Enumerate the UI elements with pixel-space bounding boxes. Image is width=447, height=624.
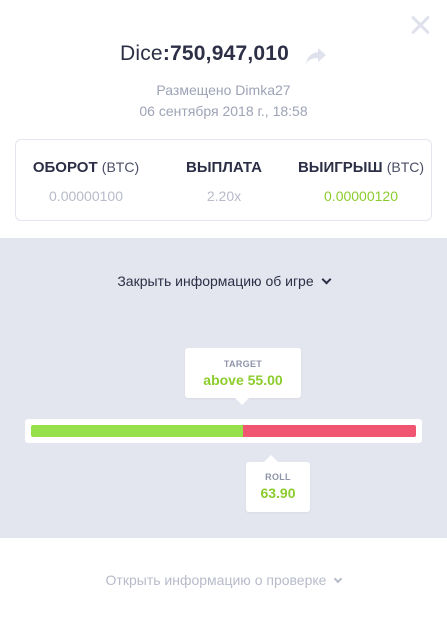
target-label: TARGET bbox=[223, 359, 263, 369]
roll-tooltip: ROLL 63.90 bbox=[246, 455, 310, 512]
stat-wager-value: 0.00000100 bbox=[49, 188, 123, 204]
close-game-info-label: Закрыть информацию об игре bbox=[117, 273, 314, 289]
bet-id: 750,947,010 bbox=[170, 42, 289, 65]
stat-profit-value: 0.00000120 bbox=[324, 188, 398, 204]
roll-value: 63.90 bbox=[260, 485, 296, 501]
stat-profit: ВЫИГРЫШ (BTC) 0.00000120 bbox=[291, 159, 431, 204]
bar-over-segment bbox=[242, 425, 416, 437]
bet-title: Dice:750,947,010 bbox=[120, 42, 289, 65]
stat-payout-label: ВЫПЛАТА bbox=[186, 159, 262, 176]
bet-title-row: Dice:750,947,010 bbox=[0, 42, 447, 66]
close-icon[interactable] bbox=[407, 12, 433, 38]
bet-stats-card: ОБОРОТ (BTC) 0.00000100 ВЫПЛАТА 2.20x ВЫ… bbox=[15, 139, 432, 221]
stat-wager: ОБОРОТ (BTC) 0.00000100 bbox=[28, 159, 144, 204]
target-value: above 55.00 bbox=[203, 372, 283, 388]
stat-profit-label: ВЫИГРЫШ (BTC) bbox=[297, 159, 425, 176]
open-verification-button[interactable]: Открыть информацию о проверке bbox=[0, 572, 447, 588]
chevron-down-icon bbox=[334, 574, 343, 584]
stat-payout-value: 2.20x bbox=[206, 188, 242, 204]
stat-wager-label: ОБОРОТ (BTC) bbox=[32, 159, 140, 176]
bet-details-modal: Dice:750,947,010 Размещено Dimka27 06 се… bbox=[0, 0, 447, 624]
share-icon[interactable] bbox=[305, 47, 327, 65]
placed-date-text: 06 сентября 2018 г., 18:58 bbox=[139, 103, 308, 119]
game-info-panel: Закрыть информацию об игре TARGET above … bbox=[0, 238, 447, 538]
bar-under-segment bbox=[31, 425, 243, 437]
roll-label: ROLL bbox=[265, 472, 291, 482]
game-name: Dice bbox=[120, 42, 163, 65]
chevron-down-icon bbox=[321, 274, 332, 285]
target-tooltip: TARGET above 55.00 bbox=[185, 348, 301, 405]
stat-payout: ВЫПЛАТА 2.20x bbox=[164, 159, 284, 204]
dice-range-bar bbox=[25, 419, 422, 443]
close-game-info-button[interactable]: Закрыть информацию об игре bbox=[0, 273, 447, 289]
open-verification-label: Открыть информацию о проверке bbox=[105, 572, 327, 588]
dice-bar-track bbox=[31, 425, 416, 437]
placed-by-text: Размещено Dimka27 bbox=[156, 82, 291, 98]
